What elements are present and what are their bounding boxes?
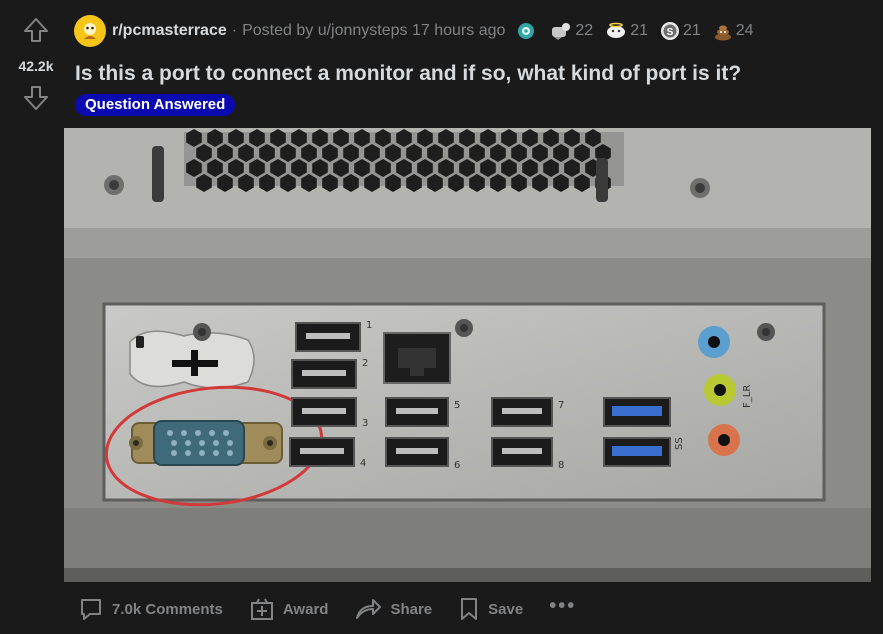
port-label-7: 7 <box>558 400 564 411</box>
post-card: r/pcmasterrace · Posted by u/jonnysteps … <box>64 0 883 634</box>
port-label-6: 6 <box>454 460 460 471</box>
ethernet-port <box>383 332 451 384</box>
author-link[interactable]: u/jonnysteps <box>318 22 408 39</box>
svg-text:S: S <box>667 27 674 38</box>
poop-award-icon <box>714 25 731 41</box>
save-label: Save <box>488 600 524 618</box>
port-label-5: 5 <box>454 400 460 411</box>
award-label: Award <box>282 600 329 618</box>
share-label: Share <box>390 600 433 618</box>
award-silver[interactable]: S 21 <box>660 21 701 41</box>
award-bless[interactable]: 21 <box>605 22 648 40</box>
bless-award-icon <box>607 22 626 38</box>
post-actions: 7.0k Comments Award Share Save ••• <box>78 592 576 626</box>
comments-label: 7.0k Comments <box>112 600 223 618</box>
port-label-4: 4 <box>360 458 366 469</box>
downvote-arrow-icon[interactable] <box>22 84 50 112</box>
comments-button[interactable]: 7.0k Comments <box>78 596 223 622</box>
vote-column: 42.2k <box>0 0 70 634</box>
post-image[interactable]: 1 2 3 4 5 6 7 8 F_LR SS <box>64 128 871 582</box>
port-label-1: 1 <box>366 320 372 331</box>
port-label-8: 8 <box>558 460 564 471</box>
award-wholesome-count: 22 <box>575 22 594 39</box>
vga-port <box>129 420 283 466</box>
helpful-award-icon <box>518 23 535 39</box>
award-silver-count: 21 <box>682 22 701 39</box>
comment-icon <box>81 599 101 620</box>
more-options-button[interactable]: ••• <box>549 595 576 618</box>
save-button[interactable]: Save <box>458 596 523 622</box>
bookmark-icon <box>461 598 478 620</box>
subreddit-link[interactable]: r/pcmasterrace <box>112 22 227 40</box>
audio-label: F_LR <box>742 385 753 408</box>
port-label-2: 2 <box>362 358 368 369</box>
upvote-arrow-icon[interactable] <box>22 16 50 44</box>
subreddit-avatar-icon[interactable] <box>74 15 106 47</box>
wholesome-award-icon <box>552 23 571 40</box>
award-helpful[interactable] <box>517 22 538 40</box>
award-gift-icon <box>250 598 273 620</box>
meta-separator: · <box>231 22 238 39</box>
posted-by-prefix: Posted by <box>242 22 314 39</box>
award-bless-count: 21 <box>630 22 648 39</box>
post-flair[interactable]: Question Answered <box>75 94 236 116</box>
award-poop-count: 24 <box>735 22 754 39</box>
post-time: 17 hours ago <box>411 22 506 39</box>
port-label-3: 3 <box>362 418 368 429</box>
posted-by: Posted by u/jonnysteps 17 hours ago <box>242 22 505 40</box>
ss-label: SS <box>674 437 685 450</box>
award-wholesome[interactable]: 22 <box>550 21 593 41</box>
vote-count: 42.2k <box>18 58 54 74</box>
share-button[interactable]: Share <box>354 596 432 622</box>
post-meta: r/pcmasterrace · Posted by u/jonnysteps … <box>70 14 754 48</box>
silver-award-icon: S <box>660 22 679 40</box>
award-poop[interactable]: 24 <box>713 21 754 41</box>
share-arrow-icon <box>356 599 382 619</box>
award-button[interactable]: Award <box>249 596 329 622</box>
post-title[interactable]: Is this a port to connect a monitor and … <box>75 62 741 86</box>
